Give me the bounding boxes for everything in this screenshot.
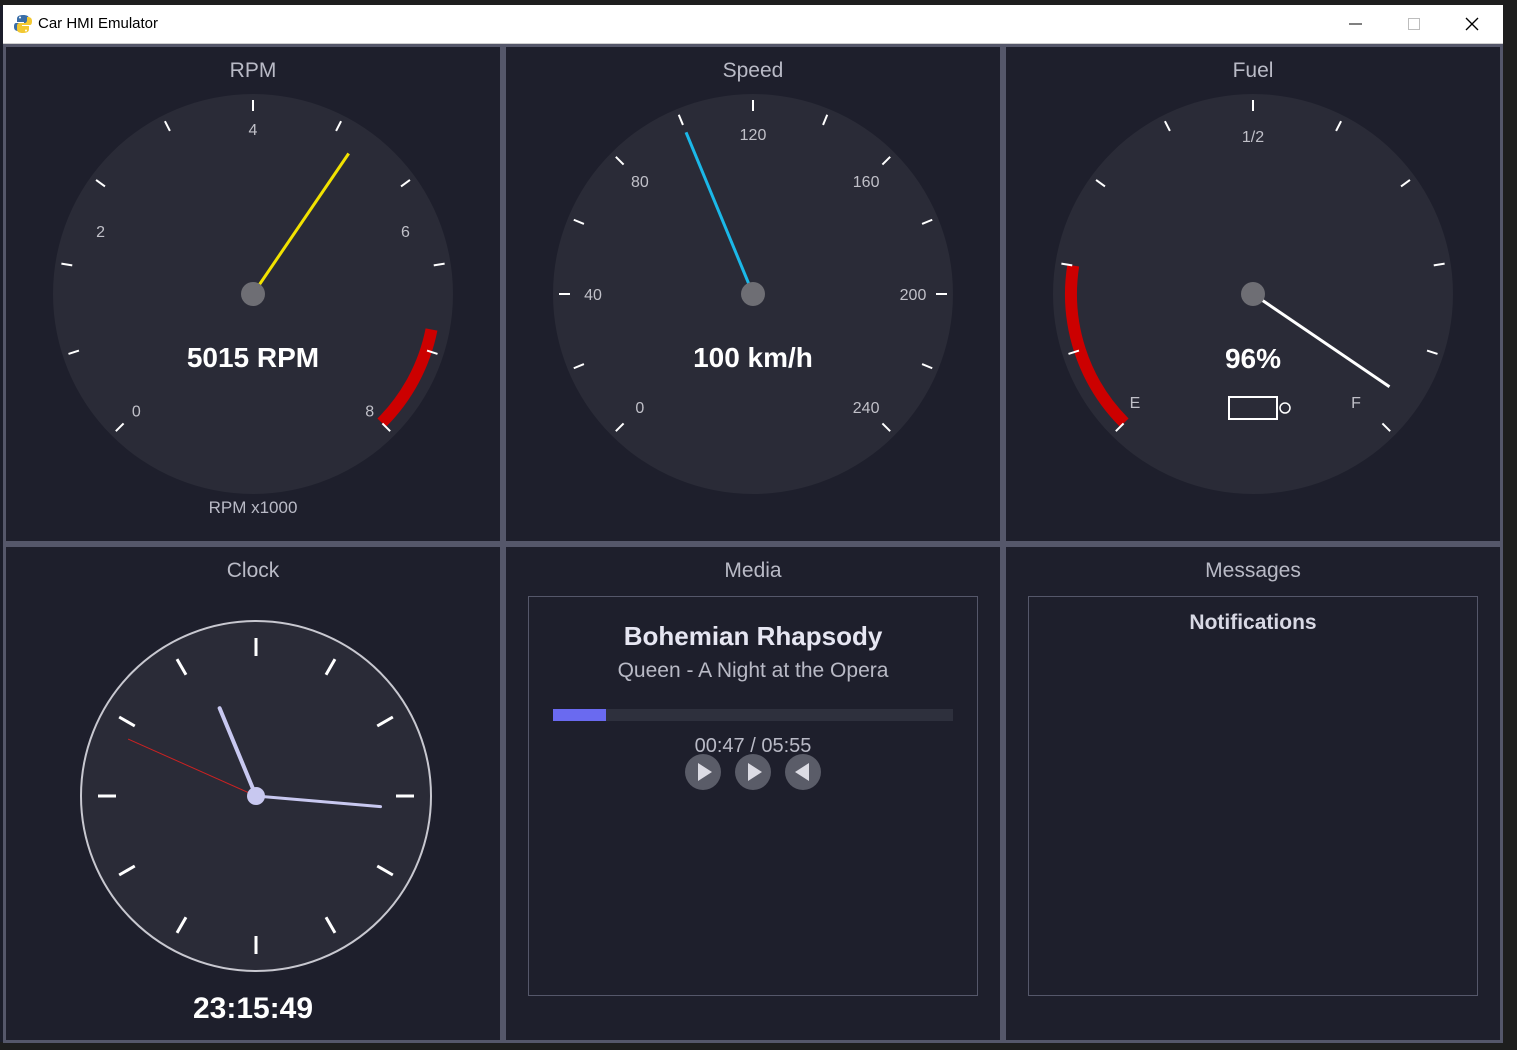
- fuel-label-empty: E: [1130, 395, 1141, 412]
- clock-panel: Clock 23:15:49: [3, 544, 503, 1043]
- fuel-gauge: E 1/2 F 96%: [1053, 94, 1453, 494]
- media-title: Media: [724, 559, 782, 582]
- track-progress-fill: [553, 709, 606, 721]
- rpm-gauge: 0 2 4 6 8 5015 RPM RPM x1000: [53, 94, 453, 517]
- play-icon: [748, 763, 762, 781]
- digital-clock: 23:15:49: [192, 992, 314, 1025]
- fuel-needle-hub: [1241, 282, 1265, 306]
- dashboard: RPM 02468 5015 RPM RPM x1000 Speed 0 40 80…: [3, 44, 1503, 1043]
- notifications-box: Notifications: [1028, 596, 1478, 996]
- title-bar[interactable]: Car HMI Emulator: [3, 5, 1503, 44]
- speed-tick-label: 80: [631, 174, 649, 191]
- maximize-button[interactable]: [1385, 5, 1443, 43]
- minimize-icon: [1349, 23, 1362, 25]
- rpm-panel: RPM 02468 5015 RPM RPM x1000: [3, 44, 503, 544]
- speed-tick-label: 240: [853, 400, 880, 417]
- speed-tick-label: 120: [740, 127, 767, 144]
- speed-needle-hub: [741, 282, 765, 306]
- play-icon: [698, 763, 712, 781]
- rpm-readout: 5015 RPM: [187, 342, 319, 373]
- track-artist-album: Queen - A Night at the Opera: [617, 659, 889, 682]
- media-panel: Media Bohemian Rhapsody Queen - A Night …: [503, 544, 1003, 1043]
- fuel-label-full: F: [1351, 395, 1361, 412]
- previous-button[interactable]: [785, 754, 821, 790]
- next-button[interactable]: [735, 754, 771, 790]
- speed-tick-label: 0: [635, 400, 644, 417]
- track-title: Bohemian Rhapsody: [623, 621, 883, 651]
- rpm-unit-label: RPM x1000: [209, 498, 298, 517]
- rewind-icon: [795, 763, 809, 781]
- app-window: Car HMI Emulator RPM 02468 5015 RPM RPM …: [3, 5, 1503, 1043]
- python-snake-icon: [14, 15, 32, 33]
- background-editor-edge: [1503, 0, 1517, 1050]
- speed-gauge: 0 40 80 120 160 200 240 100 km/h: [553, 94, 953, 494]
- rpm-tick-label: 4: [249, 122, 258, 139]
- messages-panel: Messages Notifications: [1003, 544, 1503, 1043]
- clock-hub: [247, 787, 265, 805]
- close-icon: [1465, 17, 1479, 31]
- notifications-header: Notifications: [1189, 611, 1317, 634]
- minimize-button[interactable]: [1327, 5, 1385, 43]
- rpm-tick-label: 8: [365, 404, 374, 421]
- rpm-needle-hub: [241, 282, 265, 306]
- speed-readout: 100 km/h: [693, 342, 813, 373]
- fuel-label-half: 1/2: [1242, 129, 1264, 146]
- play-button[interactable]: [685, 754, 721, 790]
- track-progress-bar[interactable]: [553, 709, 953, 721]
- messages-title: Messages: [1205, 559, 1301, 582]
- window-title: Car HMI Emulator: [38, 15, 159, 32]
- speed-tick-label: 200: [900, 287, 927, 304]
- fuel-panel: Fuel E 1/2 F 96%: [1003, 44, 1503, 544]
- analog-clock: [80, 620, 432, 972]
- fuel-readout: 96%: [1225, 343, 1281, 374]
- rpm-tick-label: 0: [132, 404, 141, 421]
- speed-tick-label: 160: [853, 174, 880, 191]
- media-player: Bohemian Rhapsody Queen - A Night at the…: [528, 596, 978, 996]
- background-terminal-strip: [0, 1042, 1517, 1050]
- rpm-tick-label: 2: [96, 224, 105, 241]
- speed-tick-label: 40: [584, 287, 602, 304]
- rpm-tick-label: 6: [401, 224, 410, 241]
- maximize-icon: [1408, 18, 1420, 30]
- speed-panel: Speed 0 40 80 120 160 200 240 100 km/h: [503, 44, 1003, 544]
- close-button[interactable]: [1443, 5, 1501, 43]
